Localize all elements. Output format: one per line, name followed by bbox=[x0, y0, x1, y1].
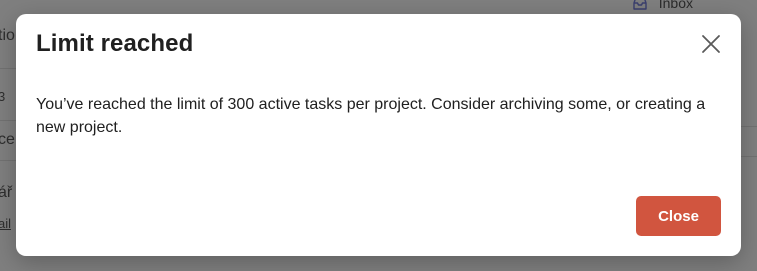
background-fragment: ce bbox=[0, 131, 15, 148]
limit-reached-dialog: Limit reached You’ve reached the limit o… bbox=[16, 14, 741, 256]
dialog-title: Limit reached bbox=[36, 30, 194, 57]
close-button[interactable]: Close bbox=[636, 196, 721, 236]
inbox-label: Inbox bbox=[658, 0, 693, 11]
background-divider bbox=[0, 120, 16, 121]
inbox-nav-item: Inbox bbox=[631, 0, 693, 12]
dialog-close-x-button[interactable] bbox=[699, 32, 723, 56]
background-divider bbox=[741, 156, 757, 157]
background-divider bbox=[741, 126, 757, 127]
background-divider bbox=[0, 160, 16, 161]
background-fragment: ail bbox=[0, 216, 12, 231]
background-fragment: ář bbox=[0, 184, 13, 201]
background-fragment: tio bbox=[0, 27, 15, 44]
inbox-icon bbox=[633, 0, 647, 10]
background-fragment: 3 bbox=[0, 89, 6, 104]
background-divider bbox=[0, 68, 16, 69]
close-icon bbox=[702, 35, 720, 53]
dialog-message: You’ve reached the limit of 300 active t… bbox=[36, 96, 706, 136]
